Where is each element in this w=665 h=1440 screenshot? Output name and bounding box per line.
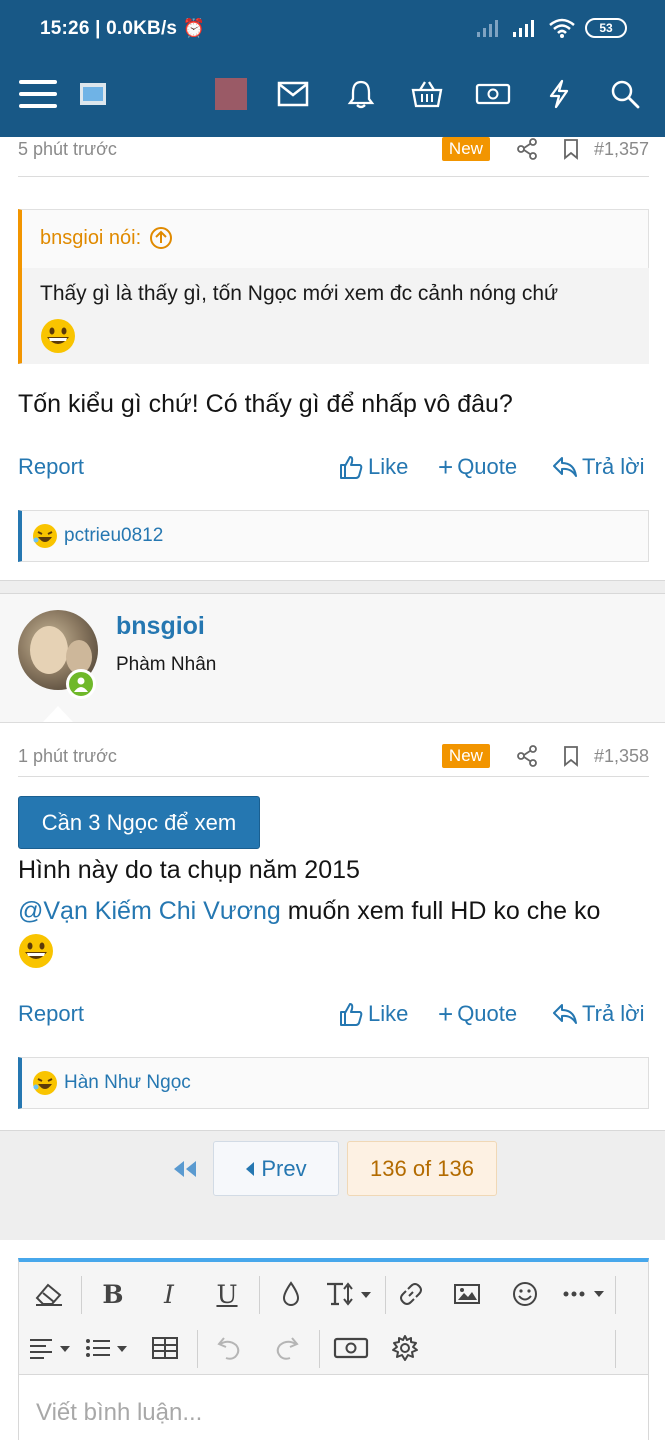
grin-emoji-icon [19, 934, 53, 968]
signal-icon [513, 20, 534, 37]
comment-placeholder: Viết bình luận... [36, 1399, 203, 1426]
money-icon[interactable] [474, 72, 512, 116]
reply-icon [553, 457, 577, 477]
image-icon[interactable] [447, 1268, 487, 1320]
table-icon[interactable] [143, 1322, 187, 1374]
divider [18, 176, 649, 177]
post-meta: 1 phút trước New #1,358 [18, 741, 649, 771]
post-time[interactable]: 1 phút trước [18, 746, 117, 767]
online-status-icon [66, 669, 96, 699]
arrow-up-circle-icon[interactable] [149, 226, 173, 250]
quote-header[interactable]: bnsgioi nói: [40, 226, 173, 250]
quote-author[interactable]: bnsgioi nói: [40, 227, 141, 250]
reply-button[interactable]: Trả lời [552, 1001, 645, 1027]
first-page-icon[interactable] [172, 1159, 198, 1179]
undo-icon[interactable] [207, 1322, 251, 1374]
plus-icon: + [438, 999, 454, 1029]
status-time: 15:26 | 0.0KB/s ⏰ [40, 18, 206, 39]
prev-button[interactable]: Prev [213, 1141, 339, 1196]
like-button[interactable]: Like [338, 1001, 408, 1027]
reply-button[interactable]: Trả lời [552, 454, 645, 480]
report-link[interactable]: Report [18, 454, 84, 480]
share-icon[interactable] [516, 745, 538, 767]
thumbs-up-icon [340, 456, 363, 479]
status-bar: 15:26 | 0.0KB/s ⏰ 53 [0, 0, 665, 62]
reaction-bar[interactable]: pctrieu0812 [18, 510, 649, 562]
comment-input[interactable]: Viết bình luận... [19, 1374, 648, 1440]
bold-button[interactable]: B [93, 1268, 133, 1320]
report-link[interactable]: Report [18, 1001, 84, 1027]
wifi-icon [549, 18, 575, 38]
post-separator [0, 580, 665, 594]
inbox-icon[interactable] [276, 72, 310, 116]
divider [0, 722, 665, 723]
list-icon[interactable] [83, 1322, 133, 1374]
new-badge: New [441, 744, 490, 768]
money-icon[interactable] [329, 1322, 373, 1374]
comment-editor: B I U Viết bình luận... [18, 1258, 649, 1440]
laughing-emoji-icon [33, 524, 57, 548]
color-drop-icon[interactable] [271, 1268, 311, 1320]
reply-icon [553, 1004, 577, 1024]
plus-icon: + [438, 452, 454, 482]
font-size-icon[interactable] [323, 1268, 377, 1320]
new-badge: New [441, 137, 490, 161]
post-body-text: @Vạn Kiếm Chi Vương muốn xem full HD ko … [18, 897, 601, 925]
reaction-bar[interactable]: Hàn Như Ngọc [18, 1057, 649, 1109]
battery-icon: 53 [585, 18, 627, 38]
reaction-user[interactable]: pctrieu0812 [64, 525, 163, 547]
basket-icon[interactable] [410, 72, 444, 116]
page-indicator[interactable]: 136 of 136 [347, 1141, 497, 1196]
search-icon[interactable] [608, 72, 642, 116]
user-info: bnsgioi Phàm Nhân [0, 594, 665, 722]
avatar-icon[interactable] [214, 72, 248, 116]
laughing-emoji-icon [33, 1071, 57, 1095]
chevron-left-icon [246, 1161, 255, 1176]
quote-text: Thấy gì là thấy gì, tốn Ngọc mới xem đc … [40, 282, 559, 305]
redo-icon[interactable] [265, 1322, 309, 1374]
pagination: Prev 136 of 136 [0, 1130, 665, 1240]
nav-bar [0, 72, 665, 116]
app-header: 15:26 | 0.0KB/s ⏰ 53 [0, 0, 665, 137]
post-number[interactable]: #1,357 [594, 139, 649, 160]
signal-icon [477, 20, 498, 37]
link-icon[interactable] [391, 1268, 431, 1320]
underline-button[interactable]: U [207, 1268, 247, 1320]
like-button[interactable]: Like [338, 454, 408, 480]
author-name[interactable]: bnsgioi [116, 612, 205, 641]
post-meta: 5 phút trước New #1,357 [18, 134, 649, 164]
post-actions: Report Like + Quote Trả lời [18, 997, 649, 1031]
italic-button[interactable]: I [149, 1268, 189, 1320]
quote-button[interactable]: + Quote [438, 1001, 517, 1027]
unlock-button[interactable]: Cần 3 Ngọc để xem [18, 796, 260, 849]
bell-icon[interactable] [344, 72, 378, 116]
logo-icon[interactable] [78, 72, 108, 116]
status-icons: 53 [477, 18, 627, 38]
post-time[interactable]: 5 phút trước [18, 139, 117, 160]
more-options-icon[interactable] [559, 1268, 611, 1320]
bookmark-icon[interactable] [562, 138, 580, 160]
post-actions: Report Like + Quote Trả lời [18, 450, 649, 484]
user-pointer [43, 706, 73, 722]
gear-icon[interactable] [385, 1322, 425, 1374]
user-mention[interactable]: @Vạn Kiếm Chi Vương [18, 897, 281, 925]
smiley-icon[interactable] [505, 1268, 545, 1320]
post-body-text: Hình này do ta chụp năm 2015 [18, 856, 360, 884]
divider [18, 776, 649, 777]
quote-button[interactable]: + Quote [438, 454, 517, 480]
author-title: Phàm Nhân [116, 654, 217, 675]
menu-icon[interactable] [18, 72, 58, 116]
quote-block: bnsgioi nói: Thấy gì là thấy gì, tốn Ngọ… [18, 209, 649, 364]
thumbs-up-icon [340, 1003, 363, 1026]
post-body-text: Tốn kiểu gì chứ! Có thấy gì để nhấp vô đ… [18, 390, 513, 418]
eraser-icon[interactable] [27, 1268, 71, 1320]
post-number[interactable]: #1,358 [594, 746, 649, 767]
grin-emoji-icon [41, 319, 75, 353]
flash-icon[interactable] [544, 72, 574, 116]
reaction-user[interactable]: Hàn Như Ngọc [64, 1072, 191, 1094]
bookmark-icon[interactable] [562, 745, 580, 767]
quote-body: Thấy gì là thấy gì, tốn Ngọc mới xem đc … [22, 268, 649, 364]
share-icon[interactable] [516, 138, 538, 160]
align-icon[interactable] [27, 1322, 75, 1374]
